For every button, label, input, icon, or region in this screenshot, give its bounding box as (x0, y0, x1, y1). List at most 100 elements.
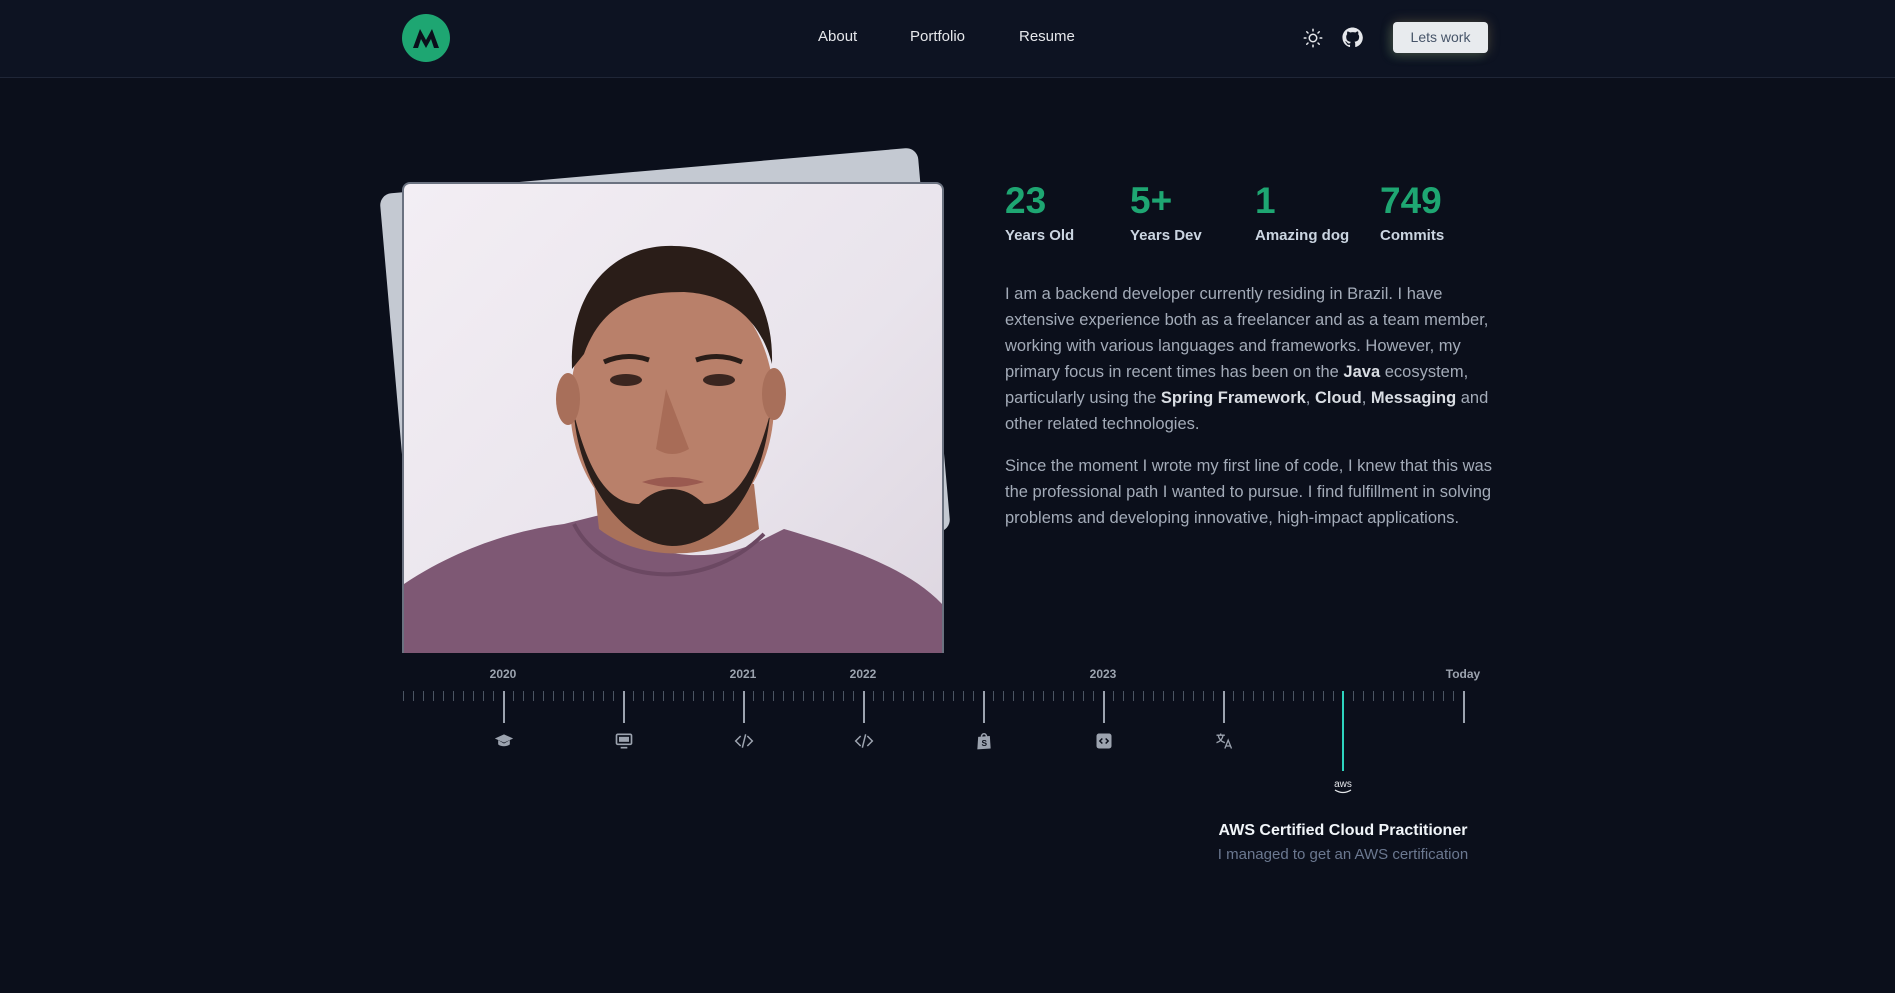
timeline-tick (1063, 691, 1064, 701)
timeline-tick (1053, 691, 1054, 701)
timeline-tick (1013, 691, 1014, 701)
about-paragraph-2: Since the moment I wrote my first line o… (1005, 457, 1492, 527)
stat-value: 5+ (1130, 180, 1173, 221)
graduation-cap-icon[interactable] (494, 731, 514, 751)
timeline-tick (1333, 691, 1334, 701)
timeline-tick (1193, 691, 1194, 701)
timeline-tick (883, 691, 884, 701)
timeline-tick (463, 691, 464, 701)
stat-label: Years Dev (1130, 227, 1202, 244)
sun-icon[interactable] (1303, 28, 1323, 48)
timeline-tick (1273, 691, 1274, 701)
timeline-tick (1413, 691, 1414, 701)
aws-icon[interactable]: aws (1332, 778, 1354, 796)
timeline-marker (863, 691, 865, 723)
timeline-tick (443, 691, 444, 701)
top-navbar: About Portfolio Resume Lets work (0, 0, 1895, 78)
nav-link-portfolio[interactable]: Portfolio (910, 28, 965, 45)
timeline-tick (613, 691, 614, 701)
timeline-tick (553, 691, 554, 701)
timeline-tick (1423, 691, 1424, 701)
timeline-marker (1463, 691, 1465, 723)
about-text: , (1305, 389, 1315, 407)
logo-mark-icon (413, 29, 439, 48)
timeline-tick (1393, 691, 1394, 701)
timeline-marker (623, 691, 625, 723)
timeline-year: 2021 (729, 667, 757, 681)
timeline-tick (1073, 691, 1074, 701)
stat-dog: 1 Amazing dog (1255, 180, 1349, 244)
code-icon[interactable] (734, 731, 754, 751)
about-highlight-messaging: Messaging (1370, 389, 1457, 407)
timeline-tick (1363, 691, 1364, 701)
timeline-tick (1313, 691, 1314, 701)
timeline-tick (523, 691, 524, 701)
stat-value: 1 (1255, 180, 1276, 221)
timeline-tick (733, 691, 734, 701)
nav-link-resume[interactable]: Resume (1019, 28, 1075, 45)
stat-years-dev: 5+ Years Dev (1130, 180, 1202, 244)
timeline-tick (483, 691, 484, 701)
timeline-tick (933, 691, 934, 701)
logo[interactable] (402, 14, 450, 62)
timeline-tick (683, 691, 684, 701)
timeline-tick (793, 691, 794, 701)
about-highlight-cloud: Cloud (1314, 389, 1362, 407)
timeline-tick (763, 691, 764, 701)
timeline-tick (1453, 691, 1454, 701)
timeline-tick (823, 691, 824, 701)
timeline-tick (1263, 691, 1264, 701)
timeline-tick (1113, 691, 1114, 701)
timeline-tick (633, 691, 634, 701)
stat-value: 749 (1380, 180, 1442, 221)
timeline-tick (923, 691, 924, 701)
timeline-tick (413, 691, 414, 701)
timeline-tick (1023, 691, 1024, 701)
timeline-tick (1133, 691, 1134, 701)
timeline-tick (773, 691, 774, 701)
timeline-tick (1143, 691, 1144, 701)
timeline-active-marker (1342, 691, 1344, 771)
timeline-tick (1123, 691, 1124, 701)
timeline-tick (843, 691, 844, 701)
timeline-tick (903, 691, 904, 701)
stat-label: Amazing dog (1255, 227, 1350, 244)
nav-link-about[interactable]: About (818, 28, 857, 45)
timeline-tick (453, 691, 454, 701)
timeline-tick (693, 691, 694, 701)
timeline-tick (533, 691, 534, 701)
timeline-tick (1253, 691, 1254, 701)
shopify-bag-icon[interactable]: S (974, 731, 994, 751)
lets-work-button[interactable]: Lets work (1393, 22, 1488, 53)
timeline-tick (663, 691, 664, 701)
timeline-marker (1223, 691, 1225, 723)
timeline-marker (1103, 691, 1105, 723)
timeline-tick (653, 691, 654, 701)
svg-text:S: S (982, 738, 988, 748)
timeline-tick (1373, 691, 1374, 701)
timeline-tick (1183, 691, 1184, 701)
timeline-tick (673, 691, 674, 701)
timeline-tick (1233, 691, 1234, 701)
about-paragraph-1: I am a backend developer currently resid… (1005, 281, 1495, 437)
timeline-tick (993, 691, 994, 701)
translate-icon[interactable] (1214, 731, 1234, 751)
about-highlight-spring: Spring Framework (1160, 389, 1306, 407)
timeline-year: Today (1445, 667, 1481, 681)
stat-value: 23 (1005, 180, 1047, 221)
code-square-icon[interactable] (1094, 731, 1114, 751)
monitor-icon[interactable] (614, 731, 634, 751)
timeline-event-description: I managed to get an AWS certification (1217, 846, 1469, 863)
timeline-tick (813, 691, 814, 701)
timeline-tick (713, 691, 714, 701)
stat-label: Years Old (1005, 227, 1075, 244)
timeline-tick (493, 691, 494, 701)
timeline-tick (1433, 691, 1434, 701)
code-icon[interactable] (854, 731, 874, 751)
timeline-tick (433, 691, 434, 701)
timeline-tick (953, 691, 954, 701)
timeline-tick (1093, 691, 1094, 701)
github-icon[interactable] (1342, 27, 1363, 48)
timeline-tick (893, 691, 894, 701)
timeline-tick (753, 691, 754, 701)
